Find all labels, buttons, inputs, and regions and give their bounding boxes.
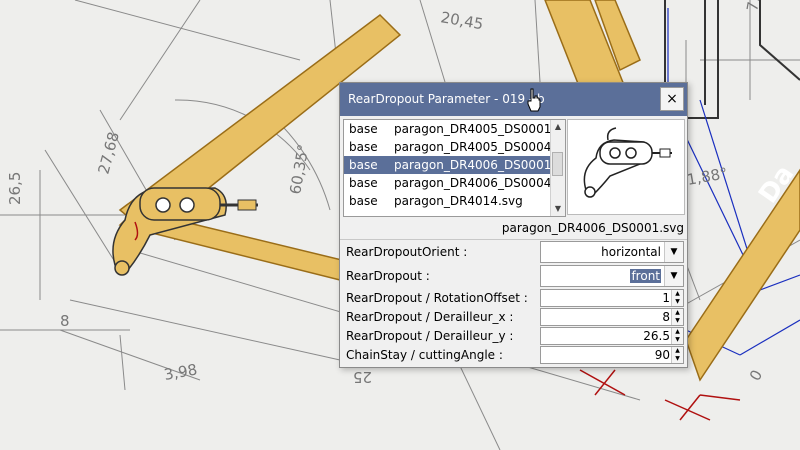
derailleur-x-spinbox[interactable]: 8 ▲ ▼ xyxy=(540,308,684,326)
spinner-arrows-icon[interactable]: ▲ ▼ xyxy=(671,328,683,344)
derailleur-x-value: 8 xyxy=(662,310,670,324)
rotation-offset-value: 1 xyxy=(662,291,670,305)
spinner-arrows-icon[interactable]: ▲ ▼ xyxy=(671,290,683,306)
file-list-row[interactable]: base paragon_DR4006_DS0004.svg xyxy=(344,174,565,192)
close-button[interactable]: × xyxy=(660,87,684,111)
dialog-title: RearDropout Parameter - 019 - b xyxy=(348,92,545,106)
param-label-derailleur-x: RearDropout / Derailleur_x : xyxy=(346,310,514,324)
file-list[interactable]: base paragon_DR4005_DS0001.svg base paragon… xyxy=(343,119,566,217)
file-list-row[interactable]: base paragon_DR4005_DS0004.svg xyxy=(344,138,565,156)
dropout-preview-image xyxy=(567,119,685,215)
orient-select[interactable]: horizontal ▼ xyxy=(540,241,684,263)
file-source: base xyxy=(349,158,378,172)
file-source: base xyxy=(349,194,378,208)
spinner-arrows-icon[interactable]: ▲ ▼ xyxy=(671,347,683,363)
reardropout-select[interactable]: front ▼ xyxy=(540,265,684,287)
file-source: base xyxy=(349,140,378,154)
scroll-up-icon[interactable]: ▲ xyxy=(551,120,565,134)
derailleur-y-spinbox[interactable]: 26.5 ▲ ▼ xyxy=(540,327,684,345)
file-list-row[interactable]: base paragon_DR4005_DS0001.svg xyxy=(344,120,565,138)
hand-cursor-icon xyxy=(527,88,541,112)
chevron-down-icon[interactable]: ▼ xyxy=(664,242,683,262)
file-list-row[interactable]: base paragon_DR4014.svg xyxy=(344,192,550,210)
dialog-titlebar[interactable]: RearDropout Parameter - 019 - b × xyxy=(340,83,687,116)
file-list-scrollbar[interactable]: ▲ ▼ xyxy=(550,120,565,216)
cutting-angle-value: 90 xyxy=(654,348,670,362)
chevron-down-icon[interactable]: ▼ xyxy=(664,266,683,286)
rear-dropout-parameter-dialog: RearDropout Parameter - 019 - b × base pa… xyxy=(339,82,688,368)
dim-25: 25 xyxy=(353,368,372,386)
param-label-orient: RearDropoutOrient : xyxy=(346,245,468,259)
scroll-thumb[interactable] xyxy=(552,152,563,176)
reardropout-select-value: front xyxy=(630,269,661,283)
orient-select-value: horizontal xyxy=(601,245,661,259)
param-label-derailleur-y: RearDropout / Derailleur_y : xyxy=(346,329,514,343)
rotation-offset-spinbox[interactable]: 1 ▲ ▼ xyxy=(540,289,684,307)
file-name: paragon_DR4005_DS0001.svg xyxy=(394,122,566,136)
file-source: base xyxy=(349,176,378,190)
param-label-rotation-offset: RearDropout / RotationOffset : xyxy=(346,291,528,305)
param-label-reardropout: RearDropout : xyxy=(346,269,430,283)
divider xyxy=(340,239,687,240)
file-name: paragon_DR4006_DS0004.svg xyxy=(394,176,566,190)
dim-8: 8 xyxy=(60,312,70,330)
current-file-label: paragon_DR4006_DS0001.svg xyxy=(501,221,684,235)
cutting-angle-spinbox[interactable]: 90 ▲ ▼ xyxy=(540,346,684,364)
file-source: base xyxy=(349,122,378,136)
param-label-cutting-angle: ChainStay / cuttingAngle : xyxy=(346,348,503,362)
file-list-row[interactable]: base paragon_DR4006_DS0001.svg xyxy=(344,156,565,174)
file-name: paragon_DR4005_DS0004.svg xyxy=(394,140,566,154)
dim-26-5: 26,5 xyxy=(6,172,24,205)
derailleur-y-value: 26.5 xyxy=(643,329,670,343)
scroll-down-icon[interactable]: ▼ xyxy=(551,202,565,216)
dim-71: 71 xyxy=(743,0,764,13)
dropout-preview-icon xyxy=(583,127,672,198)
file-name: paragon_DR4006_DS0001.svg xyxy=(394,158,566,172)
spinner-arrows-icon[interactable]: ▲ ▼ xyxy=(671,309,683,325)
file-name: paragon_DR4014.svg xyxy=(394,194,523,208)
